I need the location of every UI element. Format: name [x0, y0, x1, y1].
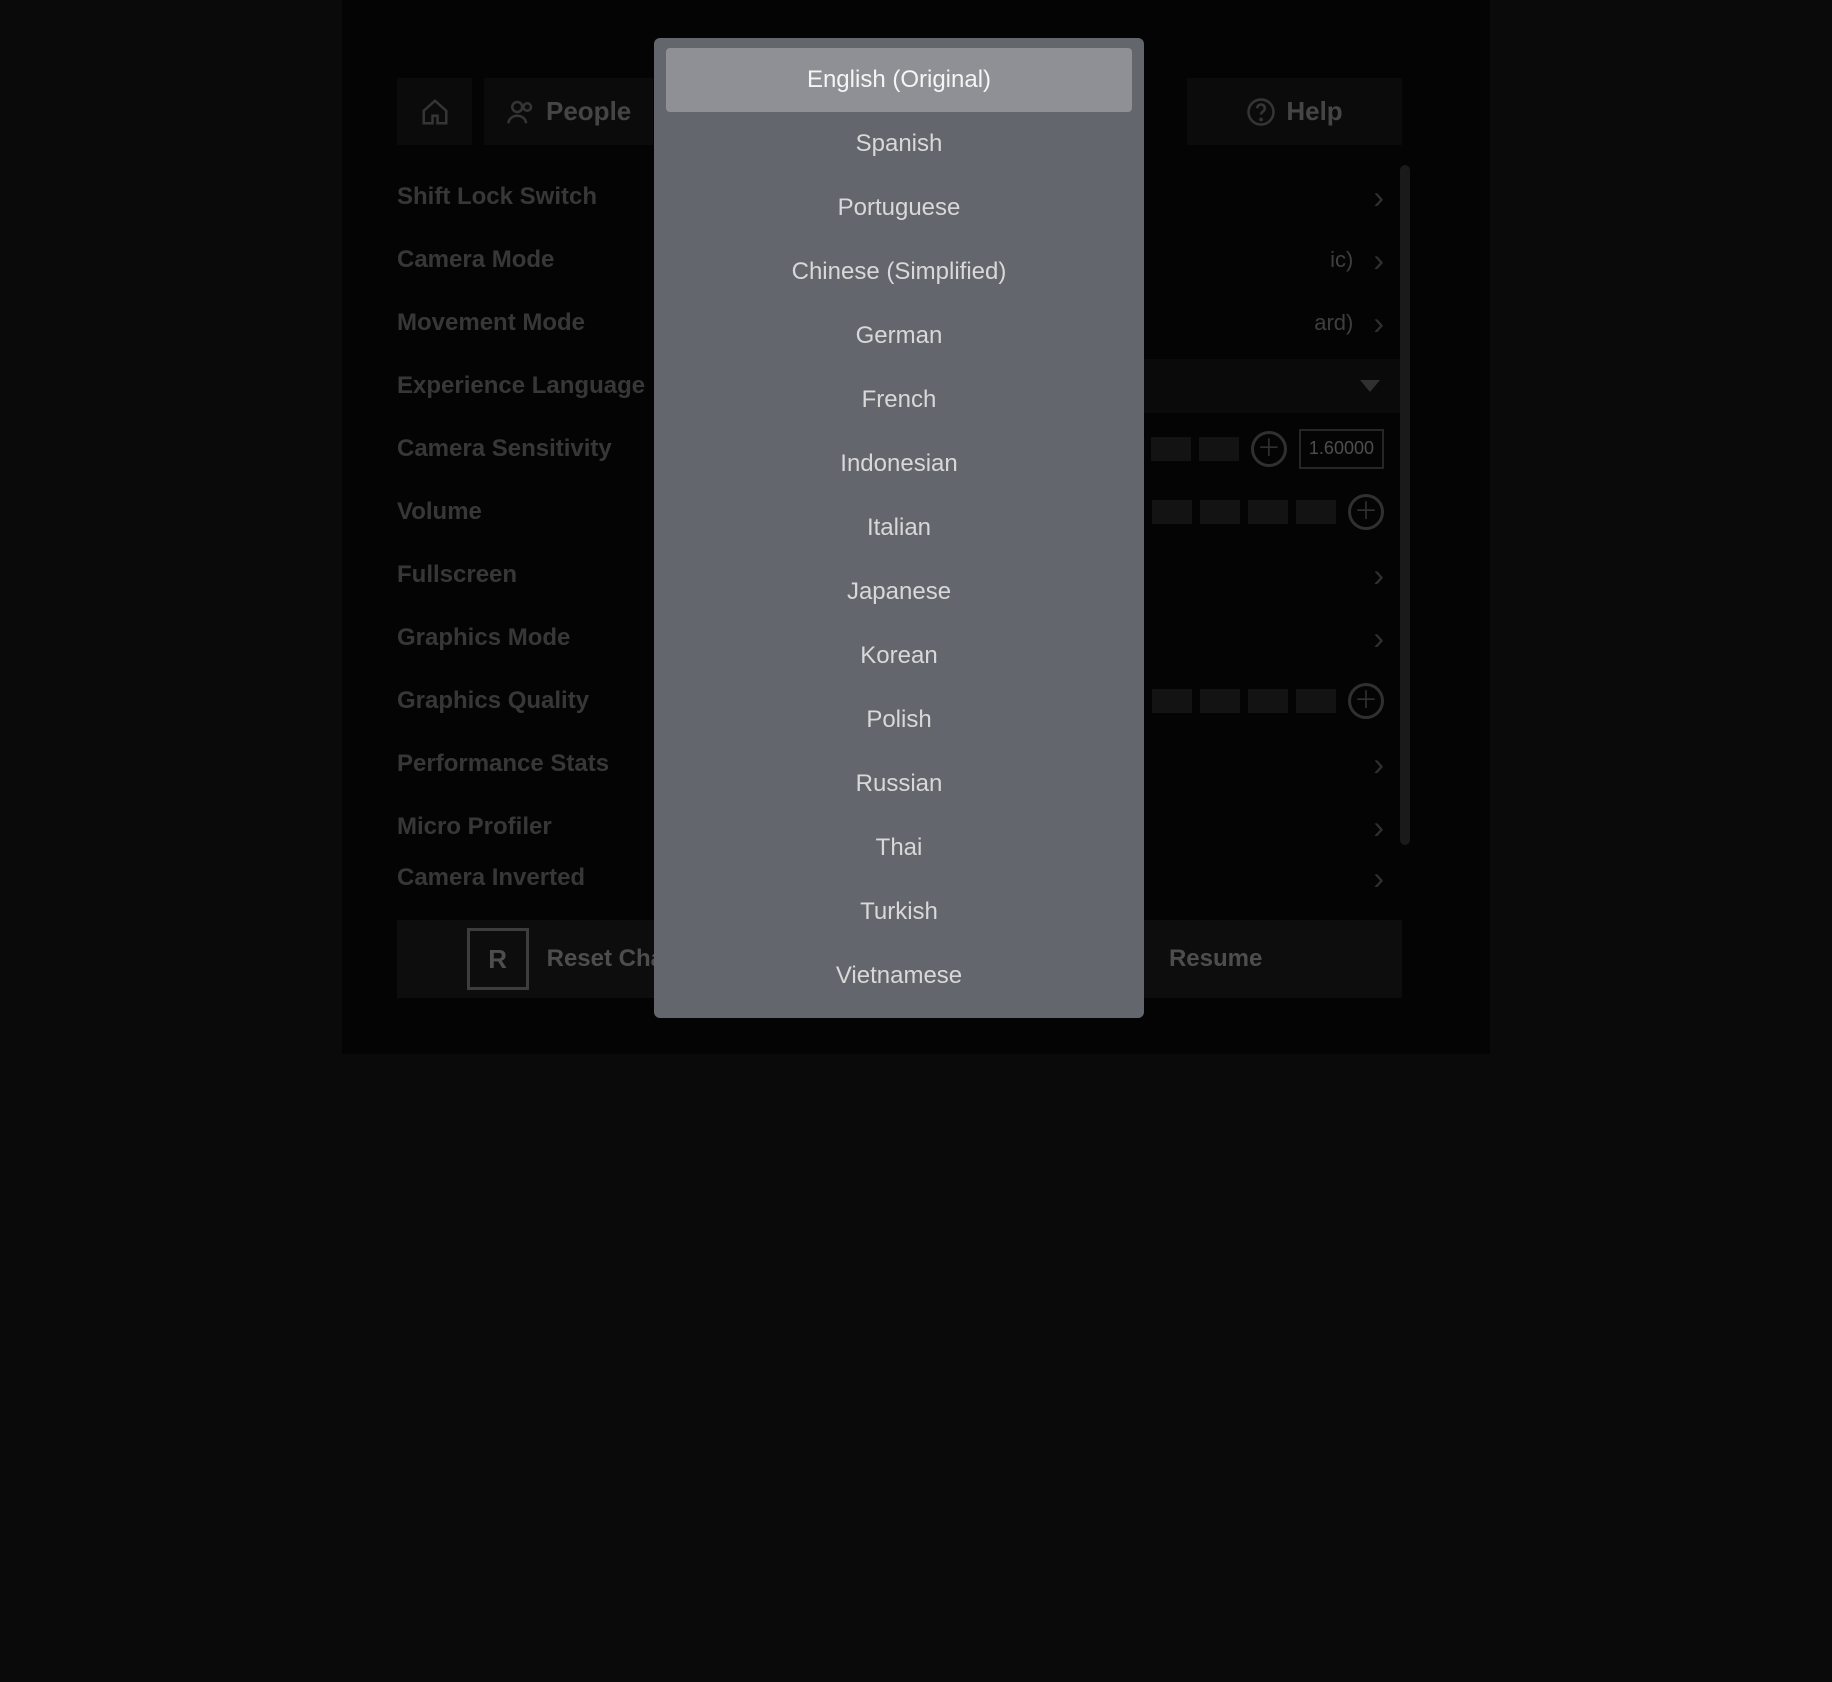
chevron-right-icon[interactable]: ›	[1373, 244, 1384, 276]
tab-people[interactable]: People	[484, 78, 653, 145]
chevron-right-icon[interactable]: ›	[1373, 181, 1384, 213]
chevron-right-icon[interactable]: ›	[1373, 811, 1384, 843]
volume-slider[interactable]	[1152, 500, 1336, 524]
tab-people-label: People	[546, 96, 631, 127]
increase-button[interactable]: ＋	[1348, 494, 1384, 530]
language-option[interactable]: Portuguese	[666, 176, 1132, 240]
language-option[interactable]: Korean	[666, 624, 1132, 688]
language-option[interactable]: Spanish	[666, 112, 1132, 176]
language-option[interactable]: Thai	[666, 816, 1132, 880]
language-option[interactable]: Polish	[666, 688, 1132, 752]
language-option[interactable]: Italian	[666, 496, 1132, 560]
chevron-right-icon[interactable]: ›	[1373, 559, 1384, 591]
setting-value: ard)	[1314, 310, 1353, 336]
graphics-slider[interactable]	[1152, 689, 1336, 713]
tab-help[interactable]: Help	[1187, 78, 1402, 145]
language-option[interactable]: French	[666, 368, 1132, 432]
increase-button[interactable]: ＋	[1348, 683, 1384, 719]
language-option[interactable]: Turkish	[666, 880, 1132, 944]
language-modal: English (Original)SpanishPortugueseChine…	[654, 38, 1144, 1018]
resume-label: Resume	[1169, 945, 1262, 973]
tab-help-label: Help	[1286, 96, 1342, 127]
tab-home[interactable]	[397, 78, 472, 145]
increase-button[interactable]: ＋	[1251, 431, 1287, 467]
chevron-right-icon[interactable]: ›	[1373, 748, 1384, 780]
scrollbar[interactable]	[1400, 165, 1410, 845]
language-option[interactable]: Japanese	[666, 560, 1132, 624]
home-icon	[420, 97, 450, 127]
sensitivity-value[interactable]: 1.60000	[1299, 429, 1384, 469]
language-option[interactable]: Chinese (Simplified)	[666, 240, 1132, 304]
language-option[interactable]: English (Original)	[666, 48, 1132, 112]
chevron-right-icon[interactable]: ›	[1373, 622, 1384, 654]
setting-value: ic)	[1330, 247, 1353, 273]
chevron-right-icon[interactable]: ›	[1373, 862, 1384, 894]
help-icon	[1246, 97, 1276, 127]
language-option[interactable]: German	[666, 304, 1132, 368]
chevron-right-icon[interactable]: ›	[1373, 307, 1384, 339]
keycap-r: R	[467, 928, 529, 990]
language-option[interactable]: Russian	[666, 752, 1132, 816]
language-option[interactable]: Vietnamese	[666, 944, 1132, 1008]
language-option[interactable]: Indonesian	[666, 432, 1132, 496]
dropdown-caret-icon[interactable]	[1360, 380, 1380, 392]
people-icon	[506, 97, 536, 127]
